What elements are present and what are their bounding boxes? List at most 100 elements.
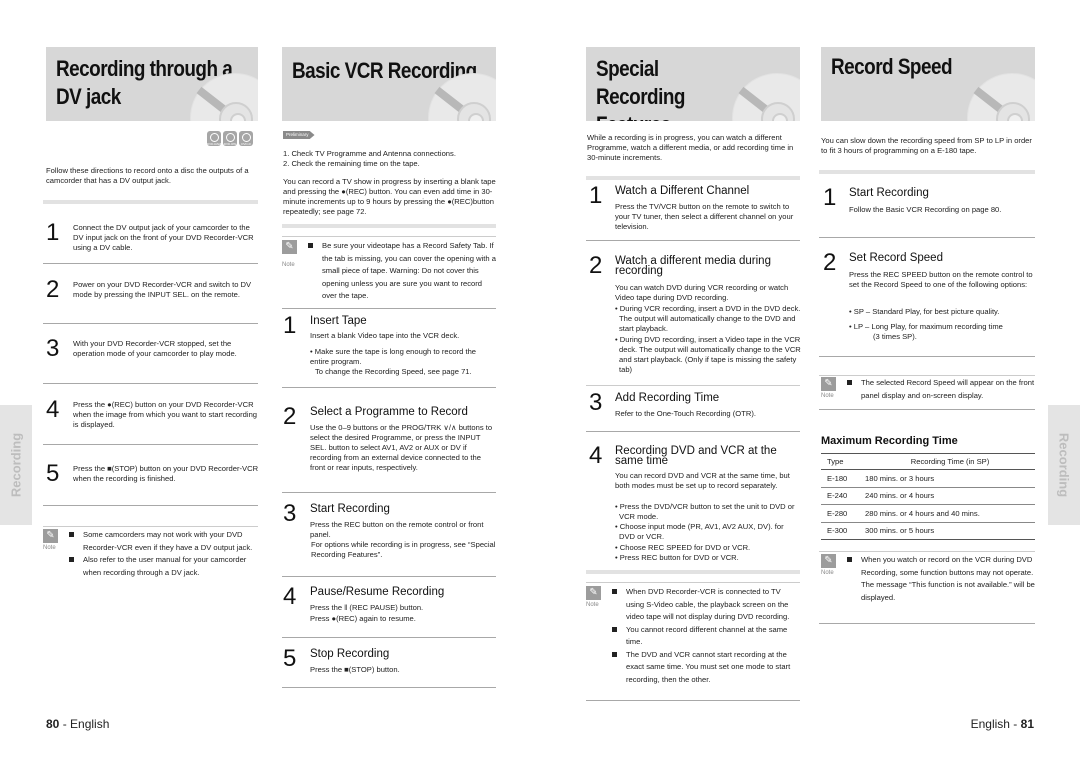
note-item: When DVD Recorder-VCR is connected to TV… <box>612 586 800 624</box>
basic-vcr-intro: You can record a TV show in progress by … <box>283 177 496 216</box>
step-title: Select a Programme to Record <box>310 406 468 418</box>
note-label: Note <box>821 570 834 576</box>
step-text: Use the 0–9 buttons or the PROG/TRK ∨/∧ … <box>310 423 493 472</box>
table-cell-type: E-180 <box>821 469 865 488</box>
side-tab-recording-left: Recording <box>0 405 32 525</box>
divider <box>282 576 496 577</box>
note-item: When you watch or record on the VCR duri… <box>847 554 1037 579</box>
special-intro: While a recording is in progress, you ca… <box>587 133 794 162</box>
step-text: Press the ■(STOP) button. <box>310 665 400 674</box>
divider <box>586 385 800 386</box>
prelim-line-1: 1. Check TV Programme and Antenna connec… <box>283 149 456 158</box>
step-number: 1 <box>283 312 297 339</box>
pencil-note-icon: ✎ <box>821 554 836 568</box>
step-number: 4 <box>589 442 603 469</box>
step-title: Recording DVD and VCR at the same time <box>615 445 777 467</box>
step-text: Press the TV/VCR button on the remote to… <box>615 202 794 231</box>
table-cell-time: 280 mins. or 4 hours and 40 mins. <box>865 504 1035 523</box>
divider <box>819 623 1035 624</box>
note-item: You cannot record different channel at t… <box>612 624 800 649</box>
step-text: Press the ‖ (REC PAUSE) button. <box>310 603 424 612</box>
dv-jack-banner: Recording through a DV jack <box>46 47 258 121</box>
step-title: Insert Tape <box>310 315 367 327</box>
step-text: Insert a blank Video tape into the VCR d… <box>310 331 460 340</box>
max-recording-time-table: Type Recording Time (in SP) E-180 180 min… <box>821 453 1035 540</box>
table-cell-type: E-240 <box>821 487 865 505</box>
right-page-footer: English - 81 <box>970 717 1034 731</box>
record-speed-banner: Record Speed <box>821 47 1035 121</box>
step-bullet: • Choose input mode (PR, AV1, AV2 AUX, D… <box>615 522 784 541</box>
step-text: You can watch DVD during VCR recording o… <box>615 283 789 302</box>
basic-vcr-banner: Basic VCR Recording <box>282 47 496 121</box>
step-text: Press the ●(REC) button on your DVD Reco… <box>73 400 258 429</box>
step-number: 4 <box>46 396 60 423</box>
divider <box>43 444 258 445</box>
pencil-note-icon: ✎ <box>821 377 836 391</box>
step-bullet: • SP – Standard Play, for best picture q… <box>849 307 1000 316</box>
step-title: Start Recording <box>849 187 929 199</box>
note-top-rule <box>819 551 1035 552</box>
step-bullet: • LP – Long Play, for maximum recording … <box>849 322 1003 341</box>
step-title: Start Recording <box>310 503 390 515</box>
step-number: 1 <box>823 184 837 211</box>
table-header-time: Recording Time (in SP) <box>865 453 1035 470</box>
step-number: 1 <box>46 219 60 246</box>
note-top-rule <box>282 236 496 237</box>
note-label: Note <box>282 262 295 268</box>
divider <box>586 700 800 701</box>
table-row: E-180 180 mins. or 3 hours <box>821 469 1035 488</box>
step-title: Watch a different media during recording <box>615 255 771 277</box>
note-item: Some camcorders may not work with your D… <box>69 529 259 554</box>
divider <box>586 431 800 432</box>
left-page-language: English <box>70 717 110 731</box>
step-number: 5 <box>283 645 297 672</box>
divider <box>43 263 258 264</box>
step-title: Watch a Different Channel <box>615 185 750 197</box>
step-bullet: • During DVD recording, insert a Video t… <box>615 335 801 374</box>
step-number: 2 <box>46 276 60 303</box>
right-page-language: English <box>970 717 1010 731</box>
step-text: Connect the DV output jack of your camco… <box>73 223 254 252</box>
step-text: Press the ■(STOP) button on your DVD Rec… <box>73 464 259 483</box>
disc-type-badges: DVD-RAM DVD-RW DVD-R <box>207 131 253 146</box>
divider <box>282 637 496 638</box>
step-bullet: • Press the DVD/VCR button to set the un… <box>615 502 795 521</box>
divider <box>819 170 1035 174</box>
divider <box>43 323 258 324</box>
divider <box>43 200 258 204</box>
step-extra: • Make sure the tape is long enough to r… <box>310 347 477 366</box>
divider <box>819 356 1035 357</box>
table-header-row: Type Recording Time (in SP) <box>821 453 1035 470</box>
divider <box>282 308 496 309</box>
divider <box>43 383 258 384</box>
record-speed-intro: You can slow down the recording speed fr… <box>821 136 1032 155</box>
dvd-r-icon: DVD-R <box>239 131 253 146</box>
table-cell-type: E-280 <box>821 504 865 523</box>
divider <box>819 237 1035 238</box>
step-number: 2 <box>589 252 603 279</box>
max-recording-time-heading: Maximum Recording Time <box>821 435 958 447</box>
side-tab-recording-right: Recording <box>1048 405 1080 525</box>
divider <box>586 176 800 180</box>
prelim-line-2: 2. Check the remaining time on the tape. <box>283 159 420 168</box>
step-extra2: To change the Recording Speed, see page … <box>315 367 472 376</box>
step-number: 2 <box>823 249 837 276</box>
pencil-note-icon: ✎ <box>586 586 601 600</box>
divider <box>586 240 800 241</box>
table-header-type: Type <box>821 453 865 470</box>
special-banner: Special Recording Features <box>586 47 800 121</box>
step-number: 5 <box>46 460 60 487</box>
table-cell-type: E-300 <box>821 522 865 540</box>
dv-jack-intro: Follow these directions to record onto a… <box>46 166 249 185</box>
side-tab-label: Recording <box>1056 432 1072 498</box>
divider <box>282 687 496 688</box>
step-number: 3 <box>283 500 297 527</box>
special-title: Special Recording Features <box>596 56 685 121</box>
step-title: Stop Recording <box>310 648 390 660</box>
note-top-rule <box>819 375 1035 376</box>
step-number: 1 <box>589 182 603 209</box>
table-cell-time: 180 mins. or 3 hours <box>865 469 1035 488</box>
step-title: Set Record Speed <box>849 252 943 264</box>
table-row: E-240 240 mins. or 4 hours <box>821 487 1035 505</box>
step-text: Power on your DVD Recorder-VCR and switc… <box>73 280 252 299</box>
